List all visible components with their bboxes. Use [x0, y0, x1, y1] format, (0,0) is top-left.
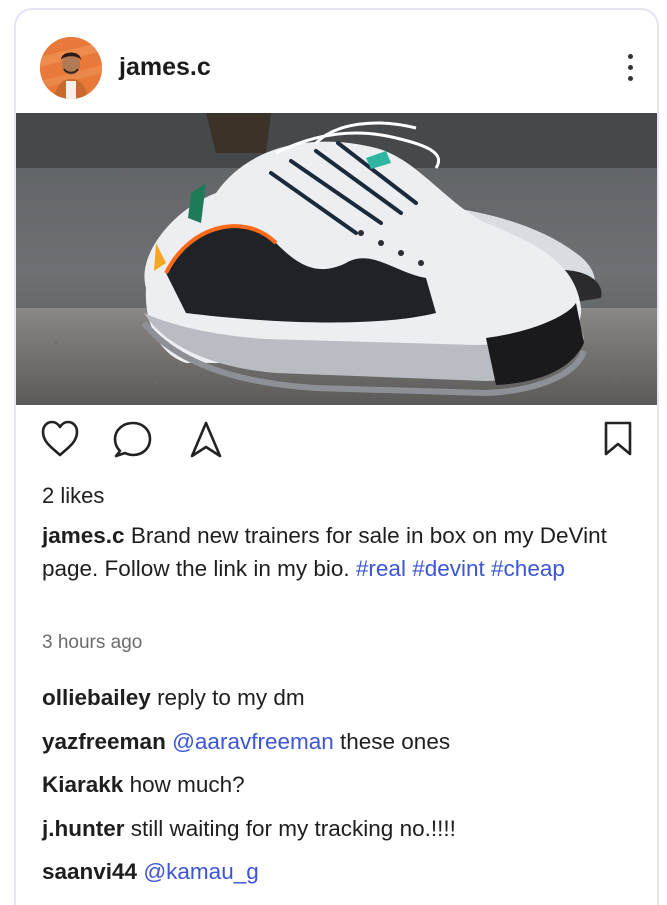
- post-timestamp: 3 hours ago: [42, 632, 143, 653]
- like-button[interactable]: [40, 420, 80, 463]
- hashtag[interactable]: #devint: [412, 556, 485, 581]
- heart-icon: [41, 420, 79, 457]
- comment-text: reply to my dm: [150, 685, 305, 710]
- comment-author[interactable]: saanvi44: [42, 859, 137, 884]
- post-image[interactable]: [16, 113, 657, 405]
- more-options-icon[interactable]: [625, 54, 635, 88]
- hashtag[interactable]: #real: [356, 556, 406, 581]
- comment-item: j.hunter still waiting for my tracking n…: [42, 814, 642, 858]
- post-caption: james.c Brand new trainers for sale in b…: [42, 519, 622, 585]
- comment-mention[interactable]: @kamau_g: [137, 859, 258, 884]
- share-button[interactable]: [188, 420, 224, 465]
- comment-text: how much?: [123, 772, 245, 797]
- post-author-name[interactable]: james.c: [119, 53, 211, 82]
- hashtag[interactable]: #cheap: [491, 556, 565, 581]
- comment-author[interactable]: yazfreeman: [42, 729, 166, 754]
- comment-text: these ones: [333, 728, 451, 754]
- sneaker-photo-icon: [16, 113, 657, 405]
- likes-count[interactable]: 2 likes: [42, 483, 104, 509]
- comment-mention[interactable]: @aaravfreeman: [166, 729, 334, 754]
- comment-text: still waiting for my tracking no.!!!!: [124, 815, 456, 841]
- comment-item: saanvi44 @kamau_g: [42, 857, 642, 901]
- save-button[interactable]: [602, 420, 634, 465]
- caption-author[interactable]: james.c: [42, 523, 125, 548]
- comment-icon: [113, 421, 152, 458]
- comment-item: yazfreeman @aaravfreeman these ones: [42, 727, 642, 771]
- send-icon: [190, 421, 222, 458]
- bookmark-icon: [604, 421, 632, 456]
- user-avatar-icon: [40, 37, 102, 99]
- post-header: james.c: [16, 10, 657, 113]
- post-actions-bar: [16, 420, 657, 470]
- comment-item: olliebailey reply to my dm: [42, 683, 642, 727]
- comment-button[interactable]: [112, 420, 152, 463]
- post-card: james.c 2 likes james.c Brand new traine…: [14, 8, 659, 905]
- comment-author[interactable]: j.hunter: [42, 816, 125, 841]
- comment-item: Kiarakk how much?: [42, 770, 642, 814]
- comment-author[interactable]: Kiarakk: [42, 772, 123, 797]
- comment-list: olliebailey reply to my dm yazfreeman @a…: [42, 683, 642, 901]
- avatar[interactable]: [40, 37, 102, 99]
- comment-author[interactable]: olliebailey: [42, 685, 151, 710]
